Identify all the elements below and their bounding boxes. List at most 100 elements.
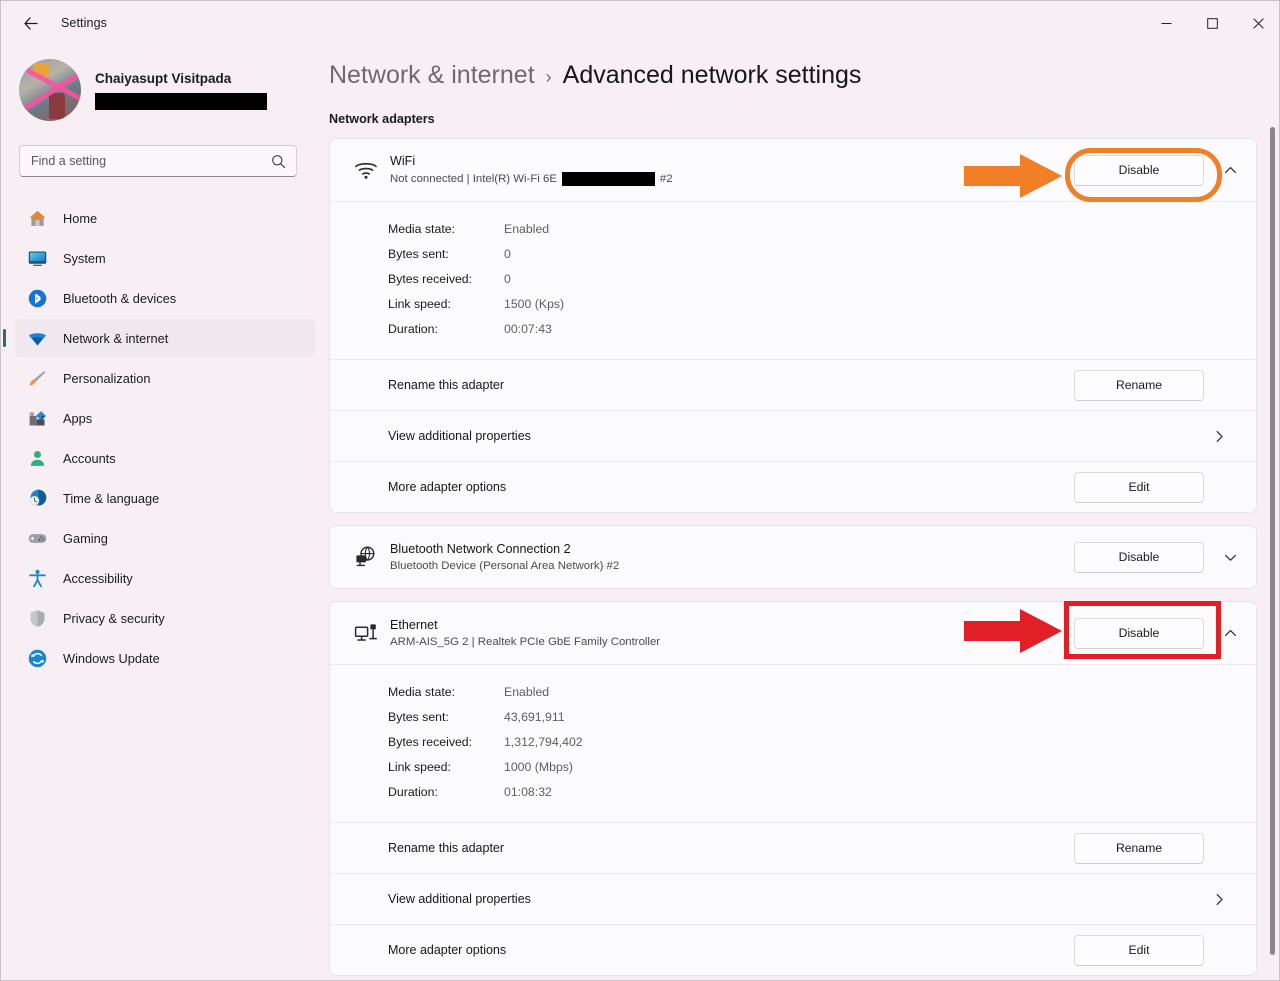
apps-icon [25,406,49,430]
close-button[interactable] [1235,1,1279,45]
sidebar-item-label: Windows Update [63,650,160,666]
chevron-up-icon[interactable] [1214,617,1246,649]
wifi-icon [25,326,49,350]
adapter-card: Bluetooth Network Connection 2 Bluetooth … [329,525,1257,589]
adapter-details: Media state: Enabled Bytes sent: 43,691,911… [330,664,1256,822]
sidebar-item-label: Apps [63,410,93,426]
section-title: Network adapters [329,112,435,126]
minimize-button[interactable] [1143,1,1189,45]
adapter-subtitle: Not connected | Intel(R) Wi-Fi 6E #2 [390,172,1074,186]
detail-value: 00:07:43 [504,321,552,336]
adapter-subtitle-prefix: Bluetooth Device (Personal Area Network)… [390,560,620,572]
sidebar-item-system[interactable]: System [15,239,315,277]
adapter-option-label: Rename this adapter [388,378,505,392]
adapter-header[interactable]: Ethernet ARM-AIS_5G 2 | Realtek PCIe GbE … [330,602,1256,664]
adapter-subtitle: ARM-AIS_5G 2 | Realtek PCIe GbE Family C… [390,636,1074,648]
adapter-disable-button[interactable]: Disable [1074,617,1204,649]
detail-value: Enabled [504,684,550,699]
adapter-name: WiFi [390,154,416,168]
adapter-option-row: Rename this adapter Rename [330,822,1256,873]
sidebar-item-home[interactable]: Home [15,199,315,237]
search-box[interactable] [19,145,297,177]
sidebar-item-label: System [63,250,106,266]
adapter-option-button[interactable]: Edit [1074,934,1204,966]
sidebar-item-accounts[interactable]: Accounts [15,439,315,477]
detail-value: 0 [504,246,511,261]
detail-key: Duration: [388,784,438,799]
sidebar-item-personalization[interactable]: Personalization [15,359,315,397]
detail-key: Media state: [388,221,455,236]
breadcrumb-parent[interactable]: Network & internet [329,61,535,90]
page-title: Advanced network settings [562,61,862,89]
detail-value: 1000 (Mbps) [504,759,574,774]
chevron-up-icon[interactable] [1214,154,1246,186]
adapter-option-row[interactable]: View additional properties [330,873,1256,924]
adapter-header[interactable]: Bluetooth Network Connection 2 Bluetooth … [330,526,1256,588]
sidebar-item-accessibility[interactable]: Accessibility [15,559,315,597]
sidebar-item-label: Network & internet [63,330,169,346]
chevron-down-icon[interactable] [1214,541,1246,573]
ethernet-icon [346,620,386,646]
detail-key: Bytes sent: [388,709,449,724]
main-content: Network & internet › Advanced network se… [329,45,1279,980]
maximize-button[interactable] [1189,1,1235,45]
search-input[interactable] [20,154,271,168]
sidebar-item-label: Home [63,210,98,226]
close-icon [1252,17,1264,29]
detail-value: 43,691,911 [504,709,565,724]
adapter-disable-button[interactable]: Disable [1074,154,1204,186]
search-icon [271,154,286,169]
detail-value: Enabled [504,221,550,236]
detail-row: Duration: 00:07:43 [388,316,1256,341]
arrow-left-icon [23,16,38,30]
sidebar-item-gaming[interactable]: Gaming [15,519,315,557]
sidebar-item-time-language[interactable]: Time & language [15,479,315,517]
sidebar-item-label: Personalization [63,370,151,386]
back-button[interactable] [13,6,47,40]
chevron-right-icon [1204,893,1234,906]
update-icon [25,646,49,670]
detail-row: Media state: Enabled [388,679,1256,704]
account-block[interactable]: Chaiyasupt Visitpada [19,59,329,121]
adapter-option-button[interactable]: Rename [1074,369,1204,401]
chevron-right-icon [1204,430,1234,443]
sidebar-nav: Home System Bluetooth & devices Network & i… [1,199,329,677]
adapter-option-row: More adapter options Edit [330,924,1256,975]
breadcrumb: Network & internet › Advanced network se… [329,61,1279,90]
adapter-text: WiFi Not connected | Intel(R) Wi-Fi 6E #2 [386,154,1074,186]
adapter-option-button[interactable]: Rename [1074,832,1204,864]
adapter-subtitle-prefix: Not connected | Intel(R) Wi-Fi 6E [390,173,557,185]
detail-key: Media state: [388,684,455,699]
adapter-name: Bluetooth Network Connection 2 [390,542,571,556]
sidebar-item-label: Bluetooth & devices [63,290,177,306]
adapter-option-button[interactable]: Edit [1074,471,1204,503]
sidebar-item-network-internet[interactable]: Network & internet [3,319,315,357]
detail-row: Bytes sent: 43,691,911 [388,704,1256,729]
sidebar-item-windows-update[interactable]: Windows Update [15,639,315,677]
adapter-option-label: Rename this adapter [388,841,505,855]
breadcrumb-separator-icon: › [545,67,552,87]
adapter-card: Ethernet ARM-AIS_5G 2 | Realtek PCIe GbE … [329,601,1257,976]
detail-row: Bytes received: 1,312,794,402 [388,729,1256,754]
detail-key: Bytes received: [388,734,473,749]
detail-key: Duration: [388,321,438,336]
adapter-disable-button[interactable]: Disable [1074,541,1204,573]
adapter-text: Bluetooth Network Connection 2 Bluetooth … [386,542,1074,572]
adapter-option-row[interactable]: View additional properties [330,410,1256,461]
sidebar-item-label: Accounts [63,450,116,466]
adapter-card: WiFi Not connected | Intel(R) Wi-Fi 6E #2 D… [329,138,1257,513]
title-bar: Settings [1,1,1279,45]
detail-row: Link speed: 1500 (Kps) [388,291,1256,316]
adapter-header[interactable]: WiFi Not connected | Intel(R) Wi-Fi 6E #2 D… [330,139,1256,201]
detail-value: 1,312,794,402 [504,734,583,749]
sidebar-item-apps[interactable]: Apps [15,399,315,437]
adapter-subtitle-prefix: ARM-AIS_5G 2 | Realtek PCIe GbE Family C… [390,636,661,648]
scrollbar-thumb[interactable] [1270,127,1275,955]
sidebar-item-bluetooth-devices[interactable]: Bluetooth & devices [15,279,315,317]
sidebar-item-privacy-security[interactable]: Privacy & security [15,599,315,637]
account-name: Chaiyasupt Visitpada [95,70,232,86]
sidebar-item-label: Gaming [63,530,108,546]
clock-globe-icon [25,486,49,510]
